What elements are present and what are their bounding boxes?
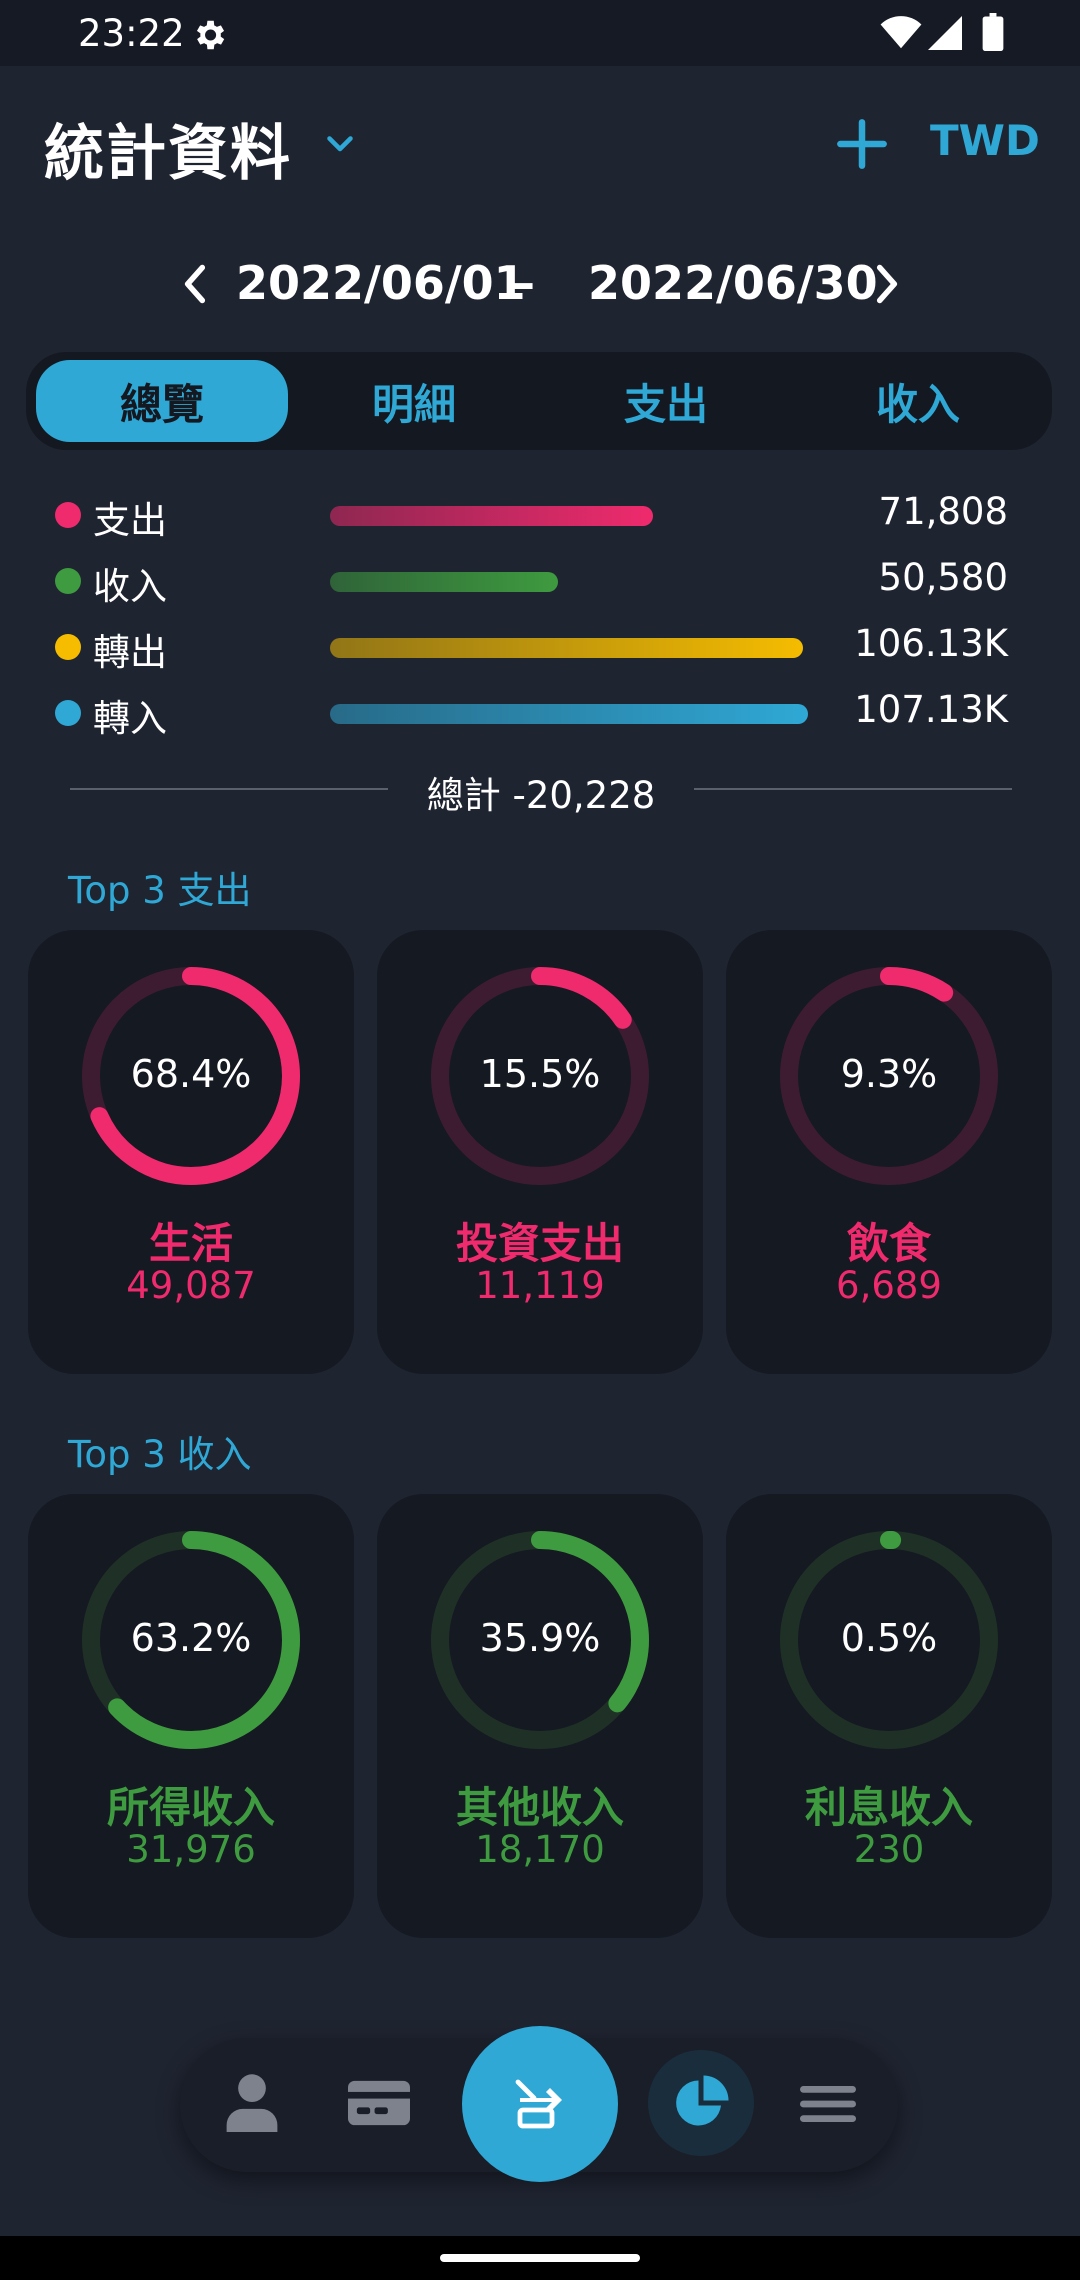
card-category: 其他收入 [455,1783,624,1832]
date-separator: – [512,256,535,310]
card-percent: 0.5% [840,1616,938,1660]
date-end[interactable]: 2022/06/30 [588,256,878,310]
total-text: 總計 -20,228 [426,774,656,817]
tab-bar: 總覽 明細 支出 收入 [26,352,1052,450]
summary-label: 收入 [93,565,167,608]
add-icon[interactable] [836,118,888,170]
expense-card[interactable]: 9.3% 飲食 6,689 [726,930,1052,1374]
date-start[interactable]: 2022/06/01 [236,256,526,310]
settings-gear-icon [196,20,225,50]
person-icon[interactable] [224,2072,280,2132]
summary-bar-track [330,506,808,526]
summary-bar [330,572,558,592]
summary-bar-track [330,638,808,658]
battery-icon [982,13,1004,51]
card-percent: 15.5% [479,1052,601,1096]
top-income-title: Top 3 收入 [68,1433,252,1476]
summary-bar [330,638,804,658]
summary-value: 107.13K [854,688,1008,731]
summary-row-income: 收入 50,580 [0,548,1080,608]
card-percent: 68.4% [130,1052,252,1096]
summary-value: 50,580 [878,556,1008,599]
signal-icon [928,16,962,50]
summary-bar-track [330,572,808,592]
income-dot [55,568,81,594]
card-amount: 49,087 [126,1264,256,1307]
card-amount: 230 [853,1828,925,1871]
top-expense-title: Top 3 支出 [68,869,252,912]
summary-label: 支出 [93,499,167,542]
summary-row-transfer-in: 轉入 107.13K [0,680,1080,740]
transfer-edit-icon [515,2079,562,2129]
home-indicator[interactable] [440,2254,640,2262]
summary-label: 轉入 [93,697,167,740]
tab-expense[interactable]: 支出 [540,360,792,442]
tab-income[interactable]: 收入 [792,360,1044,442]
statistics-nav-button[interactable] [648,2050,754,2156]
card-percent: 63.2% [130,1616,252,1660]
income-card[interactable]: 35.9% 其他收入 18,170 [377,1494,703,1938]
summary-value: 106.13K [854,622,1008,665]
menu-icon[interactable] [800,2086,856,2122]
card-icon[interactable] [348,2080,410,2126]
card-percent: 35.9% [479,1616,601,1660]
income-card[interactable]: 63.2% 所得收入 31,976 [28,1494,354,1938]
chevron-down-icon[interactable] [322,125,358,161]
card-category: 所得收入 [106,1783,275,1832]
wifi-icon [880,16,922,49]
card-category: 利息收入 [804,1783,973,1832]
expense-card[interactable]: 68.4% 生活 49,087 [28,930,354,1374]
chevron-right-icon[interactable] [872,262,902,306]
summary-bar [330,704,808,724]
expense-card[interactable]: 15.5% 投資支出 11,119 [377,930,703,1374]
card-category: 生活 [148,1219,233,1268]
tab-overview[interactable]: 總覽 [36,360,288,442]
summary-label: 轉出 [93,631,167,674]
card-amount: 6,689 [836,1264,942,1307]
card-amount: 31,976 [126,1828,256,1871]
summary-bar [330,506,654,526]
status-time: 23:22 [78,12,185,55]
total-divider-right [694,788,1012,790]
income-card[interactable]: 0.5% 利息收入 230 [726,1494,1052,1938]
card-amount: 11,119 [475,1264,605,1307]
transfer-in-dot [55,700,81,726]
pie-chart-icon [676,2075,729,2126]
add-record-button[interactable] [462,2026,618,2182]
summary-row-expense: 支出 71,808 [0,482,1080,542]
tab-details[interactable]: 明細 [288,360,540,442]
card-category: 飲食 [846,1219,931,1268]
currency-button[interactable]: TWD [930,116,1040,165]
page-title: 統計資料 [44,119,292,189]
card-amount: 18,170 [475,1828,605,1871]
summary-value: 71,808 [878,490,1008,533]
card-category: 投資支出 [455,1219,624,1268]
summary-bar-track [330,704,808,724]
chevron-left-icon[interactable] [180,262,210,306]
total-divider-left [70,788,388,790]
transfer-out-dot [55,634,81,660]
summary-row-transfer-out: 轉出 106.13K [0,614,1080,674]
expense-dot [55,502,81,528]
card-percent: 9.3% [840,1052,938,1096]
